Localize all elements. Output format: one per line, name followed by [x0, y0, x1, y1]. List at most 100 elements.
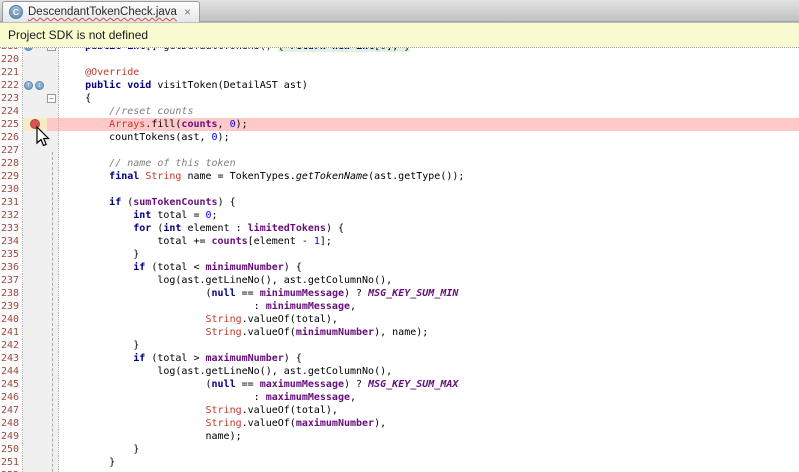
code-line[interactable]: log(ast.getLineNo(), ast.getColumnNo(), — [59, 274, 799, 287]
line-number[interactable]: 250 — [0, 443, 23, 456]
code-line[interactable]: public void visitToken(DetailAST ast) — [59, 79, 799, 92]
code-line[interactable]: name); — [59, 430, 799, 443]
line-number[interactable]: 235 — [0, 248, 23, 261]
line-number[interactable]: 245 — [0, 378, 23, 391]
editor-row[interactable]: 231 if (sumTokenCounts) { — [0, 196, 799, 209]
line-number[interactable]: 242 — [0, 339, 23, 352]
code-line[interactable]: if (sumTokenCounts) { — [59, 196, 799, 209]
code-line[interactable]: if (total < minimumNumber) { — [59, 261, 799, 274]
overriding-method-icon[interactable]: ↑ — [24, 81, 33, 90]
fold-column[interactable] — [47, 209, 59, 222]
gutter-icon-area[interactable] — [23, 235, 47, 248]
line-number[interactable]: 241 — [0, 326, 23, 339]
editor-row[interactable]: 224 //reset counts — [0, 105, 799, 118]
line-number[interactable]: 230 — [0, 183, 23, 196]
plus-icon[interactable]: + — [34, 48, 39, 51]
line-number[interactable]: 225 — [0, 118, 23, 131]
editor-row[interactable]: 244 log(ast.getLineNo(), ast.getColumnNo… — [0, 365, 799, 378]
fold-column[interactable] — [47, 404, 59, 417]
code-line[interactable]: String.valueOf(maximumNumber), — [59, 417, 799, 430]
fold-column[interactable] — [47, 66, 59, 79]
fold-column[interactable] — [47, 118, 59, 131]
fold-column[interactable] — [47, 53, 59, 66]
line-number[interactable]: 227 — [0, 144, 23, 157]
gutter-icon-area[interactable] — [23, 300, 47, 313]
fold-column[interactable] — [47, 248, 59, 261]
fold-column[interactable] — [47, 157, 59, 170]
breakpoint-icon[interactable] — [30, 119, 40, 129]
gutter-icon-area[interactable] — [23, 313, 47, 326]
gutter-icon-area[interactable] — [23, 352, 47, 365]
line-number[interactable]: 238 — [0, 287, 23, 300]
line-number[interactable]: 251 — [0, 456, 23, 469]
editor-row[interactable]: 233 for (int element : limitedTokens) { — [0, 222, 799, 235]
line-number[interactable]: 249 — [0, 430, 23, 443]
fold-column[interactable] — [47, 79, 59, 92]
fold-column[interactable] — [47, 352, 59, 365]
line-number[interactable]: 229 — [0, 170, 23, 183]
overridden-method-icon[interactable]: ↓ — [35, 81, 44, 90]
code-line[interactable]: String.valueOf(minimumNumber), name); — [59, 326, 799, 339]
line-number[interactable]: 223 — [0, 92, 23, 105]
fold-column[interactable] — [47, 300, 59, 313]
code-line[interactable]: @Override — [59, 66, 799, 79]
fold-column[interactable] — [47, 417, 59, 430]
gutter-icon-area[interactable] — [23, 326, 47, 339]
editor-row[interactable]: 250 } — [0, 443, 799, 456]
code-line[interactable]: int total = 0; — [59, 209, 799, 222]
editor-row[interactable]: 237 log(ast.getLineNo(), ast.getColumnNo… — [0, 274, 799, 287]
editor-row[interactable]: 239 : minimumMessage, — [0, 300, 799, 313]
line-number[interactable]: 224 — [0, 105, 23, 118]
line-number[interactable]: 228 — [0, 157, 23, 170]
editor-row[interactable]: 226 countTokens(ast, 0); — [0, 131, 799, 144]
code-line[interactable]: : maximumMessage, — [59, 391, 799, 404]
code-line[interactable]: String.valueOf(total), — [59, 313, 799, 326]
code-line[interactable]: } — [59, 456, 799, 469]
editor-row[interactable]: 251 } — [0, 456, 799, 469]
gutter-icon-area[interactable] — [23, 378, 47, 391]
line-number[interactable]: 246 — [0, 391, 23, 404]
editor-row[interactable]: 246 : maximumMessage, — [0, 391, 799, 404]
line-number[interactable]: 226 — [0, 131, 23, 144]
fold-column[interactable] — [47, 378, 59, 391]
fold-column[interactable] — [47, 222, 59, 235]
gutter-icon-area[interactable] — [23, 157, 47, 170]
overriding-method-icon[interactable]: ↑ — [24, 48, 33, 51]
fold-column[interactable] — [47, 105, 59, 118]
gutter-icon-area[interactable] — [23, 222, 47, 235]
gutter-icon-area[interactable] — [23, 430, 47, 443]
gutter-icon-area[interactable] — [23, 287, 47, 300]
editor-row[interactable]: 229 final String name = TokenTypes.getTo… — [0, 170, 799, 183]
editor-row[interactable]: 245 (null == maximumMessage) ? MSG_KEY_S… — [0, 378, 799, 391]
code-editor[interactable]: 219↑++ public int[] getDefaultTokens() {… — [0, 48, 799, 472]
code-line[interactable]: Arrays.fill(counts, 0); — [59, 118, 799, 131]
fold-column[interactable] — [47, 326, 59, 339]
line-number[interactable]: 236 — [0, 261, 23, 274]
line-number[interactable]: 234 — [0, 235, 23, 248]
code-line[interactable]: countTokens(ast, 0); — [59, 131, 799, 144]
line-number[interactable]: 232 — [0, 209, 23, 222]
gutter-icon-area[interactable] — [23, 131, 47, 144]
fold-column[interactable] — [47, 170, 59, 183]
editor-row[interactable]: 227 — [0, 144, 799, 157]
editor-row[interactable]: 243 if (total > maximumNumber) { — [0, 352, 799, 365]
editor-row[interactable]: 241 String.valueOf(minimumNumber), name)… — [0, 326, 799, 339]
editor-row[interactable]: 221 @Override — [0, 66, 799, 79]
editor-row[interactable]: 230 — [0, 183, 799, 196]
line-number[interactable]: 239 — [0, 300, 23, 313]
editor-row[interactable]: 249 name); — [0, 430, 799, 443]
code-line[interactable]: } — [59, 443, 799, 456]
fold-column[interactable] — [47, 183, 59, 196]
gutter-icon-area[interactable] — [23, 183, 47, 196]
editor-row[interactable]: 220 — [0, 53, 799, 66]
line-number[interactable]: 248 — [0, 417, 23, 430]
fold-column[interactable] — [47, 365, 59, 378]
code-line[interactable]: } — [59, 339, 799, 352]
code-line[interactable]: if (total > maximumNumber) { — [59, 352, 799, 365]
gutter-icon-area[interactable] — [23, 443, 47, 456]
fold-column[interactable] — [47, 443, 59, 456]
editor-row[interactable]: 222↑↓ public void visitToken(DetailAST a… — [0, 79, 799, 92]
gutter-icon-area[interactable] — [23, 66, 47, 79]
line-number[interactable]: 240 — [0, 313, 23, 326]
editor-row[interactable]: 236 if (total < minimumNumber) { — [0, 261, 799, 274]
